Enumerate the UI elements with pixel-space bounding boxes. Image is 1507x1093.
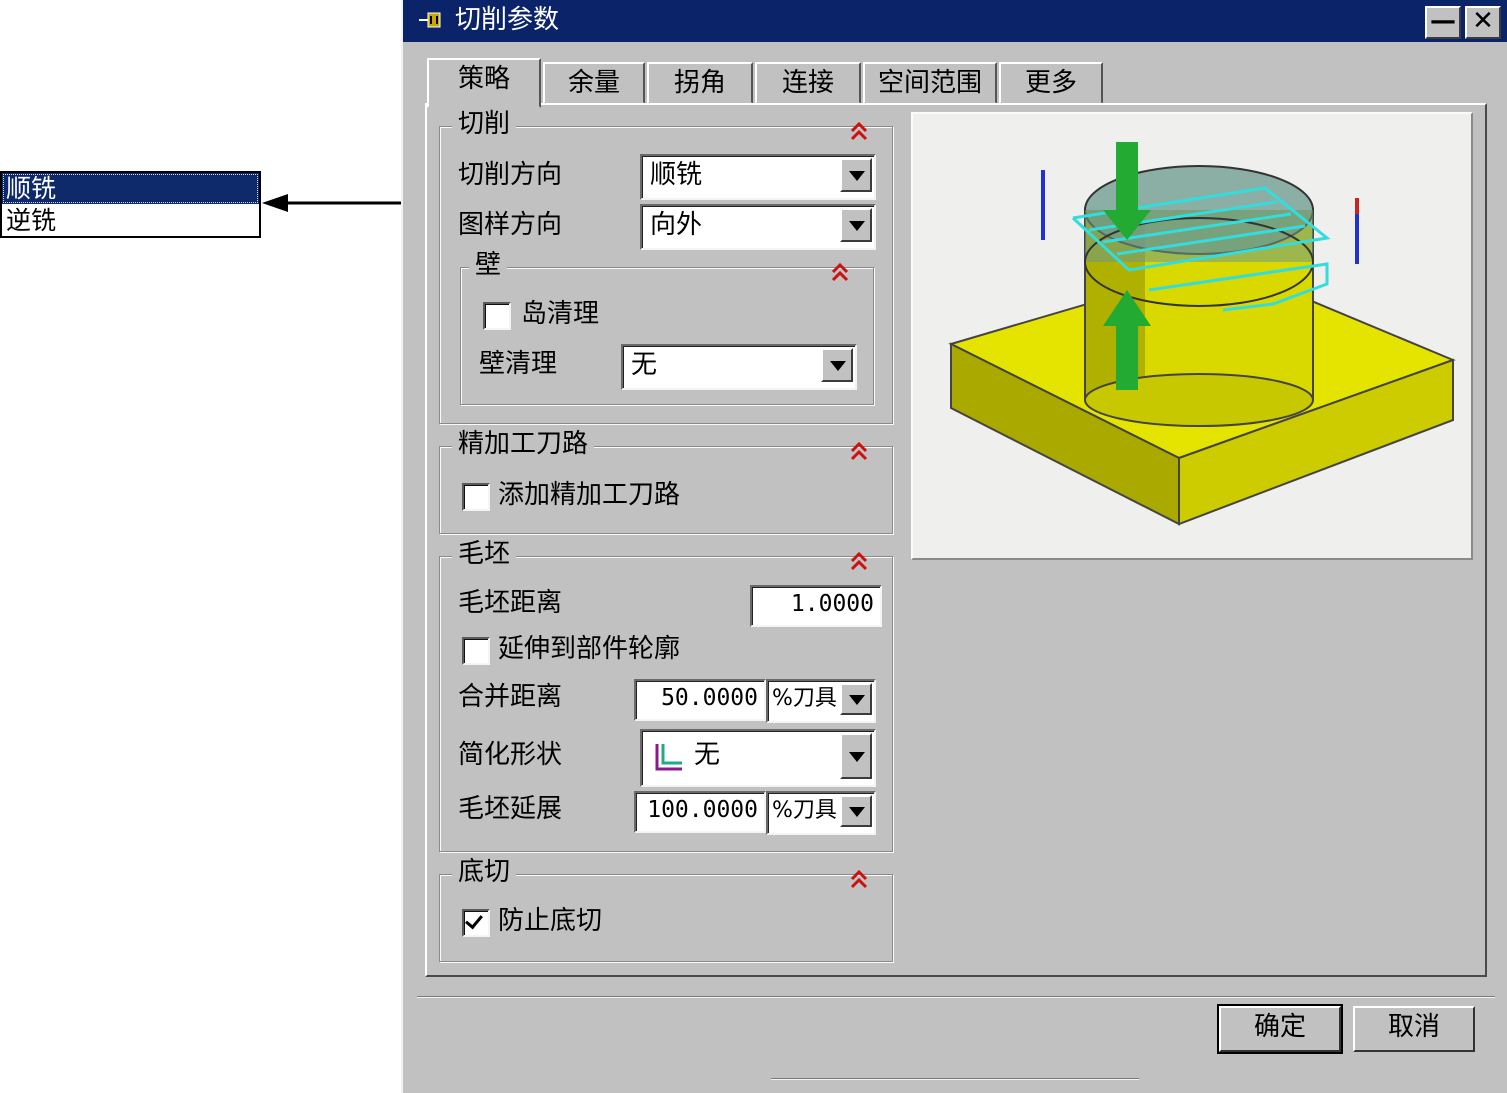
l-corner-icon	[655, 744, 682, 771]
close-icon: ✕	[1472, 6, 1494, 36]
collapse-wall-icon[interactable]	[827, 260, 853, 286]
button-separator	[417, 996, 1495, 998]
tab-corners[interactable]: 拐角	[647, 62, 753, 104]
chevron-down-icon[interactable]	[821, 348, 853, 382]
strategy-preview-image	[911, 112, 1473, 560]
pattern-direction-combo[interactable]: 向外	[640, 204, 876, 250]
group-finish-pass: 精加工刀路 添加精加工刀路	[439, 427, 893, 534]
chevron-down-icon[interactable]	[840, 795, 872, 827]
group-cutting: 切削 切削方向 顺铣 图样方向 向外 壁 岛清理 壁清理 无	[439, 107, 893, 424]
group-wall: 壁 岛清理 壁清理 无	[460, 248, 874, 405]
pattern-direction-label: 图样方向	[458, 210, 563, 240]
extend-to-part-label: 延伸到部件轮廓	[498, 634, 681, 664]
minimize-icon: —	[1430, 6, 1456, 36]
group-title-cutting: 切削	[452, 107, 517, 141]
merge-distance-input[interactable]: 50.0000	[634, 679, 766, 721]
chevron-down-icon[interactable]	[840, 208, 872, 242]
tab-more[interactable]: 更多	[999, 62, 1103, 104]
wall-cleanup-combo[interactable]: 无	[621, 344, 857, 390]
minimize-button[interactable]: —	[1425, 6, 1461, 39]
blank-extension-input[interactable]: 100.0000	[634, 791, 766, 833]
chevron-down-icon[interactable]	[840, 158, 872, 192]
dropdown-option-conventional[interactable]: 逆铣	[2, 205, 259, 236]
wall-cleanup-label: 壁清理	[479, 349, 558, 379]
tab-stock[interactable]: 余量	[543, 62, 645, 104]
cut-direction-value: 顺铣	[650, 160, 703, 190]
title-bar[interactable]: 切削参数 — ✕	[403, 0, 1507, 42]
extend-to-part-checkbox[interactable]	[462, 637, 490, 665]
blank-distance-input[interactable]: 1.0000	[750, 585, 882, 627]
part-preview-illustration	[948, 142, 1456, 526]
collapse-finish-pass-icon[interactable]	[846, 439, 872, 465]
tab-strategy[interactable]: 策略	[427, 58, 541, 108]
add-finish-pass-checkbox[interactable]	[462, 483, 490, 511]
group-title-blank: 毛坯	[452, 537, 517, 571]
group-undercut: 底切 防止底切	[439, 855, 893, 962]
blank-extension-label: 毛坯延展	[458, 794, 563, 824]
cutting-parameters-dialog: 切削参数 — ✕ 策略 余量 拐角 连接 空间范围 更多 切削 切削方向 顺铣 …	[401, 0, 1507, 1093]
collapse-blank-icon[interactable]	[846, 549, 872, 575]
blank-extension-unit-value: %刀具	[772, 798, 837, 823]
chevron-down-icon[interactable]	[840, 683, 872, 715]
merge-distance-unit-combo[interactable]: %刀具	[766, 679, 876, 723]
pattern-direction-value: 向外	[650, 210, 703, 240]
dropdown-option-climb[interactable]: 顺铣	[2, 173, 259, 204]
prevent-undercut-checkbox[interactable]	[462, 909, 490, 937]
resize-grip[interactable]	[771, 1078, 1139, 1080]
cut-direction-dropdown-list[interactable]: 顺铣 逆铣	[0, 171, 261, 238]
wall-cleanup-value: 无	[631, 350, 658, 380]
group-title-finish-pass: 精加工刀路	[452, 427, 595, 461]
app-icon	[419, 12, 441, 28]
island-cleanup-label: 岛清理	[521, 299, 600, 329]
cancel-button[interactable]: 取消	[1353, 1006, 1475, 1052]
merge-distance-unit-value: %刀具	[772, 686, 837, 711]
tab-connections[interactable]: 连接	[755, 62, 861, 104]
collapse-undercut-icon[interactable]	[846, 867, 872, 893]
simplify-shape-value: 无	[694, 740, 721, 770]
simplify-shape-label: 简化形状	[458, 740, 563, 770]
cut-direction-label: 切削方向	[458, 160, 563, 190]
simplify-shape-combo[interactable]: 无	[640, 729, 876, 787]
group-blank: 毛坯 毛坯距离 1.0000 延伸到部件轮廓 合并距离 50.0000 %刀具 …	[439, 537, 893, 852]
add-finish-pass-label: 添加精加工刀路	[498, 480, 681, 510]
blank-distance-label: 毛坯距离	[458, 588, 563, 618]
cut-direction-combo[interactable]: 顺铣	[640, 154, 876, 200]
group-title-undercut: 底切	[452, 855, 517, 889]
prevent-undercut-label: 防止底切	[498, 906, 603, 936]
collapse-cutting-icon[interactable]	[846, 119, 872, 145]
island-cleanup-checkbox[interactable]	[483, 302, 511, 330]
window-title: 切削参数	[455, 5, 560, 35]
chevron-down-icon[interactable]	[840, 733, 872, 779]
blank-extension-unit-combo[interactable]: %刀具	[766, 791, 876, 835]
merge-distance-label: 合并距离	[458, 682, 563, 712]
ok-button[interactable]: 确定	[1217, 1004, 1343, 1054]
group-title-wall: 壁	[469, 248, 508, 282]
tab-containment[interactable]: 空间范围	[863, 62, 997, 104]
close-button[interactable]: ✕	[1465, 6, 1501, 39]
